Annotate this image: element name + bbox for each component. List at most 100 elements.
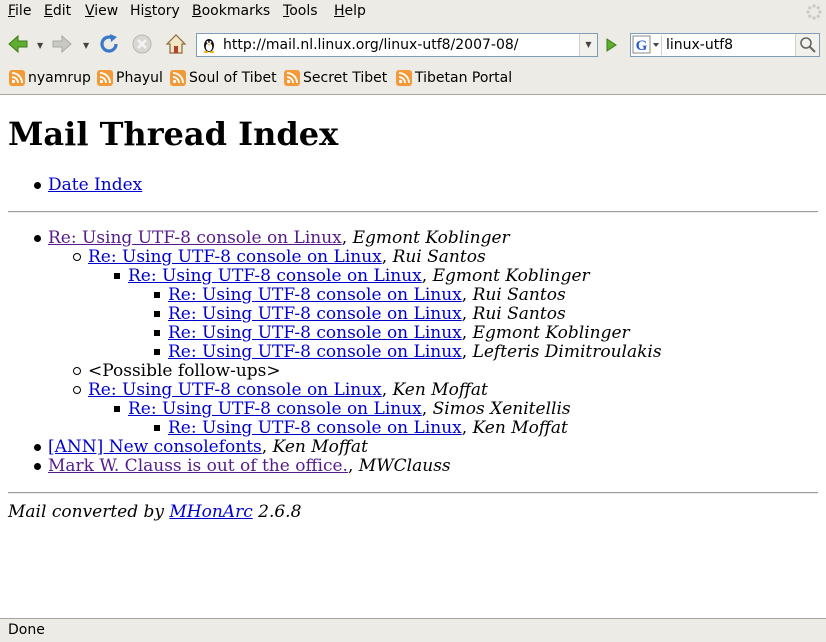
search-engine-selector[interactable]: G xyxy=(632,35,662,55)
footer: Mail converted by MHonArc 2.6.8 xyxy=(8,502,301,522)
thread-author: Ken Moffat xyxy=(472,418,568,438)
thread-item: Re: Using UTF-8 console on Linux, Ken Mo… xyxy=(168,419,568,438)
bookmark-label: Phayul xyxy=(116,70,163,86)
rss-feed-icon xyxy=(170,70,186,86)
separator: , xyxy=(461,323,473,343)
address-dropdown-icon[interactable]: ▼ xyxy=(579,34,597,56)
forward-button[interactable] xyxy=(48,30,76,58)
thread-item: <Possible follow-ups> xyxy=(88,362,281,381)
menu-bookmarks[interactable]: Bookmarks xyxy=(192,3,270,19)
search-button[interactable] xyxy=(795,34,819,56)
divider xyxy=(8,211,818,213)
thread-item: Re: Using UTF-8 console on Linux, Rui Sa… xyxy=(88,248,486,267)
list-bullet xyxy=(73,367,81,375)
list-bullet xyxy=(73,253,81,261)
back-button[interactable] xyxy=(4,30,32,58)
menu-help[interactable]: Help xyxy=(334,3,366,19)
list-bullet xyxy=(154,330,160,336)
separator: , xyxy=(347,456,359,476)
list-bullet xyxy=(114,406,120,412)
thread-author: MWClauss xyxy=(358,456,451,476)
google-engine-icon: G xyxy=(632,35,659,54)
separator: , xyxy=(461,342,473,362)
back-arrow-icon xyxy=(8,34,28,54)
bookmark-phayul[interactable]: Phayul xyxy=(97,70,163,86)
back-history-dropdown-icon[interactable]: ▼ xyxy=(37,41,43,50)
thread-author: Rui Santos xyxy=(472,304,566,324)
home-icon xyxy=(165,34,187,54)
thread-subject-link[interactable]: Re: Using UTF-8 console on Linux xyxy=(168,418,462,438)
thread-item: Re: Using UTF-8 console on Linux, Ken Mo… xyxy=(88,381,488,400)
thread-subject-link[interactable]: Re: Using UTF-8 console on Linux xyxy=(128,266,422,286)
menu-bar: File Edit View History Bookmarks Tools H… xyxy=(0,0,826,24)
thread-subject-link[interactable]: Re: Using UTF-8 console on Linux xyxy=(168,323,462,343)
bookmark-label: Tibetan Portal xyxy=(415,70,513,86)
thread-item: Re: Using UTF-8 console on Linux, Rui Sa… xyxy=(168,305,566,324)
thread-subject-link[interactable]: Re: Using UTF-8 console on Linux xyxy=(128,399,422,419)
follow-ups-label: <Possible follow-ups> xyxy=(88,361,281,381)
bookmark-tibetan-portal[interactable]: Tibetan Portal xyxy=(396,70,512,86)
thread-author: Rui Santos xyxy=(472,285,566,305)
rss-feed-icon xyxy=(9,70,25,86)
list-bullet xyxy=(154,425,160,431)
footer-prefix: Mail converted by xyxy=(8,502,170,522)
menu-history[interactable]: History xyxy=(130,3,180,19)
mhonarc-link[interactable]: MHonArc xyxy=(169,502,252,522)
thread-subject-link[interactable]: Mark W. Clauss is out of the office. xyxy=(48,456,348,476)
rss-feed-icon xyxy=(97,70,113,86)
reload-button[interactable] xyxy=(95,30,123,58)
thread-author: Egmont Koblinger xyxy=(352,228,510,248)
menu-file[interactable]: File xyxy=(8,3,31,19)
separator: , xyxy=(461,285,473,305)
bookmark-nyamrup[interactable]: nyamrup xyxy=(9,70,91,86)
thread-author: Egmont Koblinger xyxy=(472,323,630,343)
thread-author: Rui Santos xyxy=(392,247,486,267)
thread-subject-link[interactable]: Re: Using UTF-8 console on Linux xyxy=(168,342,462,362)
thread-item: Re: Using UTF-8 console on Linux, Lefter… xyxy=(168,343,662,362)
list-bullet xyxy=(114,273,120,279)
menu-tools[interactable]: Tools xyxy=(283,3,318,19)
thread-subject-link[interactable]: Re: Using UTF-8 console on Linux xyxy=(88,247,382,267)
thread-item: Re: Using UTF-8 console on Linux, Egmont… xyxy=(48,229,510,248)
menu-edit[interactable]: Edit xyxy=(44,3,71,19)
status-text: Done xyxy=(8,622,45,638)
thread-subject-link[interactable]: [ANN] New consolefonts xyxy=(48,437,262,457)
thread-item: Re: Using UTF-8 console on Linux, Egmont… xyxy=(168,324,630,343)
thread-author: Simos Xenitellis xyxy=(432,399,571,419)
separator: , xyxy=(461,304,473,324)
thread-subject-link[interactable]: Re: Using UTF-8 console on Linux xyxy=(168,304,462,324)
list-bullet xyxy=(34,182,41,189)
thread-subject-link[interactable]: Re: Using UTF-8 console on Linux xyxy=(88,380,382,400)
separator: , xyxy=(461,418,473,438)
thread-item: Re: Using UTF-8 console on Linux, Egmont… xyxy=(128,267,590,286)
date-index-link[interactable]: Date Index xyxy=(48,176,142,195)
page-title: Mail Thread Index xyxy=(8,115,339,153)
address-bar[interactable]: http://mail.nl.linux.org/linux-utf8/2007… xyxy=(196,33,598,57)
tux-penguin-icon xyxy=(203,39,215,53)
magnifier-icon xyxy=(800,37,816,53)
page-content: Mail Thread Index Date Index Re: Using U… xyxy=(0,96,826,618)
thread-subject-link[interactable]: Re: Using UTF-8 console on Linux xyxy=(48,228,342,248)
separator: , xyxy=(341,228,353,248)
stop-button[interactable] xyxy=(128,30,156,58)
engine-letter: G xyxy=(636,38,648,54)
throbber-icon xyxy=(806,4,822,20)
bookmark-label: Soul of Tibet xyxy=(189,70,277,86)
menu-view[interactable]: View xyxy=(85,3,118,19)
stop-icon xyxy=(132,34,152,54)
thread-author: Ken Moffat xyxy=(272,437,368,457)
bookmark-secret-tibet[interactable]: Secret Tibet xyxy=(284,70,387,86)
home-button[interactable] xyxy=(162,30,190,58)
forward-history-dropdown-icon[interactable]: ▼ xyxy=(83,41,89,50)
browser-chrome: File Edit View History Bookmarks Tools H… xyxy=(0,0,826,95)
separator: , xyxy=(381,380,393,400)
bookmark-soul-of-tibet[interactable]: Soul of Tibet xyxy=(170,70,277,86)
search-input[interactable]: linux-utf8 xyxy=(666,37,733,53)
thread-subject-link[interactable]: Re: Using UTF-8 console on Linux xyxy=(168,285,462,305)
go-button[interactable] xyxy=(600,35,622,55)
list-bullet xyxy=(154,292,160,298)
footer-version: 2.6.8 xyxy=(252,502,302,522)
search-bar[interactable]: G linux-utf8 xyxy=(630,33,820,57)
thread-item: Re: Using UTF-8 console on Linux, Simos … xyxy=(128,400,571,419)
address-url[interactable]: http://mail.nl.linux.org/linux-utf8/2007… xyxy=(223,37,518,53)
